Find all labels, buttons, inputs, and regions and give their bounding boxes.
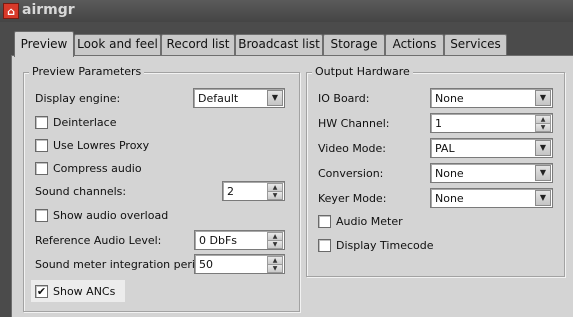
io-board-value: None [435,92,464,105]
tab-record-list[interactable]: Record list [161,34,235,55]
conversion-label: Conversion: [318,167,384,180]
io-board-select[interactable]: None ▼ [430,88,553,108]
sound-meter-period-spinbox[interactable]: 50 ▲ ▼ [194,254,285,274]
checkbox-box[interactable] [35,161,48,175]
preview-parameters-group: Preview Parameters Display engine: Defau… [23,65,300,312]
chevron-down-icon[interactable]: ▼ [535,140,551,156]
display-engine-value: Default [198,92,239,105]
conversion-value: None [435,167,464,180]
title-bar: ⌂ airmgr [0,0,573,22]
sound-meter-period-value: 50 [199,258,213,271]
io-board-label: IO Board: [318,92,370,105]
conversion-select[interactable]: None ▼ [430,163,553,183]
output-hardware-title: Output Hardware [312,65,413,79]
spin-down-icon[interactable]: ▼ [267,264,283,273]
tab-panel-preview: Preview Parameters Display engine: Defau… [11,55,573,317]
preview-parameters-title: Preview Parameters [29,65,145,79]
use-lowres-proxy-checkbox[interactable]: Use Lowres Proxy [35,136,149,154]
keyer-mode-value: None [435,192,464,205]
audio-meter-checkbox[interactable]: Audio Meter [318,212,403,230]
compress-audio-checkbox[interactable]: Compress audio [35,159,142,177]
chevron-down-icon[interactable]: ▼ [535,190,551,206]
checkbox-checked[interactable]: ✔ [35,284,48,298]
window-title: airmgr [22,2,75,18]
tab-services[interactable]: Services [444,34,507,55]
checkbox-box[interactable] [35,138,48,152]
display-engine-select[interactable]: Default ▼ [193,88,285,108]
display-timecode-checkbox[interactable]: Display Timecode [318,236,434,254]
output-hardware-group: Output Hardware IO Board: None ▼ HW Chan… [306,65,565,277]
reference-audio-level-value: 0 DbFs [199,234,238,247]
sound-meter-period-label: Sound meter integration period: [35,258,213,271]
deinterlace-checkbox[interactable]: Deinterlace [35,113,116,131]
video-mode-select[interactable]: PAL ▼ [430,138,553,158]
app-logo-icon[interactable]: ⌂ [3,3,19,19]
chevron-down-icon[interactable]: ▼ [267,90,283,106]
spin-down-icon[interactable]: ▼ [267,191,283,200]
hw-channel-value: 1 [435,117,442,130]
sound-channels-spinbox[interactable]: 2 ▲ ▼ [222,181,285,201]
sound-channels-label: Sound channels: [35,185,127,198]
show-ancs-checkbox[interactable]: ✔ Show ANCs [31,280,126,302]
hw-channel-label: HW Channel: [318,117,390,130]
checkbox-box[interactable] [318,238,331,252]
video-mode-label: Video Mode: [318,142,386,155]
chevron-down-icon[interactable]: ▼ [535,165,551,181]
checkbox-box[interactable] [35,115,48,129]
show-audio-overload-checkbox[interactable]: Show audio overload [35,206,168,224]
checkbox-box[interactable] [35,208,48,222]
tab-broadcast-list[interactable]: Broadcast list [235,34,323,55]
display-engine-label: Display engine: [35,92,121,105]
reference-audio-level-spinbox[interactable]: 0 DbFs ▲ ▼ [194,230,285,250]
tab-look-and-feel[interactable]: Look and feel [74,34,161,55]
hw-channel-spinbox[interactable]: 1 ▲ ▼ [430,113,553,133]
chevron-down-icon[interactable]: ▼ [535,90,551,106]
tab-storage[interactable]: Storage [323,34,385,55]
tab-actions[interactable]: Actions [385,34,444,55]
spin-down-icon[interactable]: ▼ [535,123,551,132]
spin-down-icon[interactable]: ▼ [267,240,283,249]
keyer-mode-select[interactable]: None ▼ [430,188,553,208]
video-mode-value: PAL [435,142,455,155]
keyer-mode-label: Keyer Mode: [318,192,387,205]
reference-audio-level-label: Reference Audio Level: [35,234,162,247]
sound-channels-value: 2 [227,185,234,198]
tab-preview[interactable]: Preview [14,31,74,57]
checkbox-box[interactable] [318,214,331,228]
